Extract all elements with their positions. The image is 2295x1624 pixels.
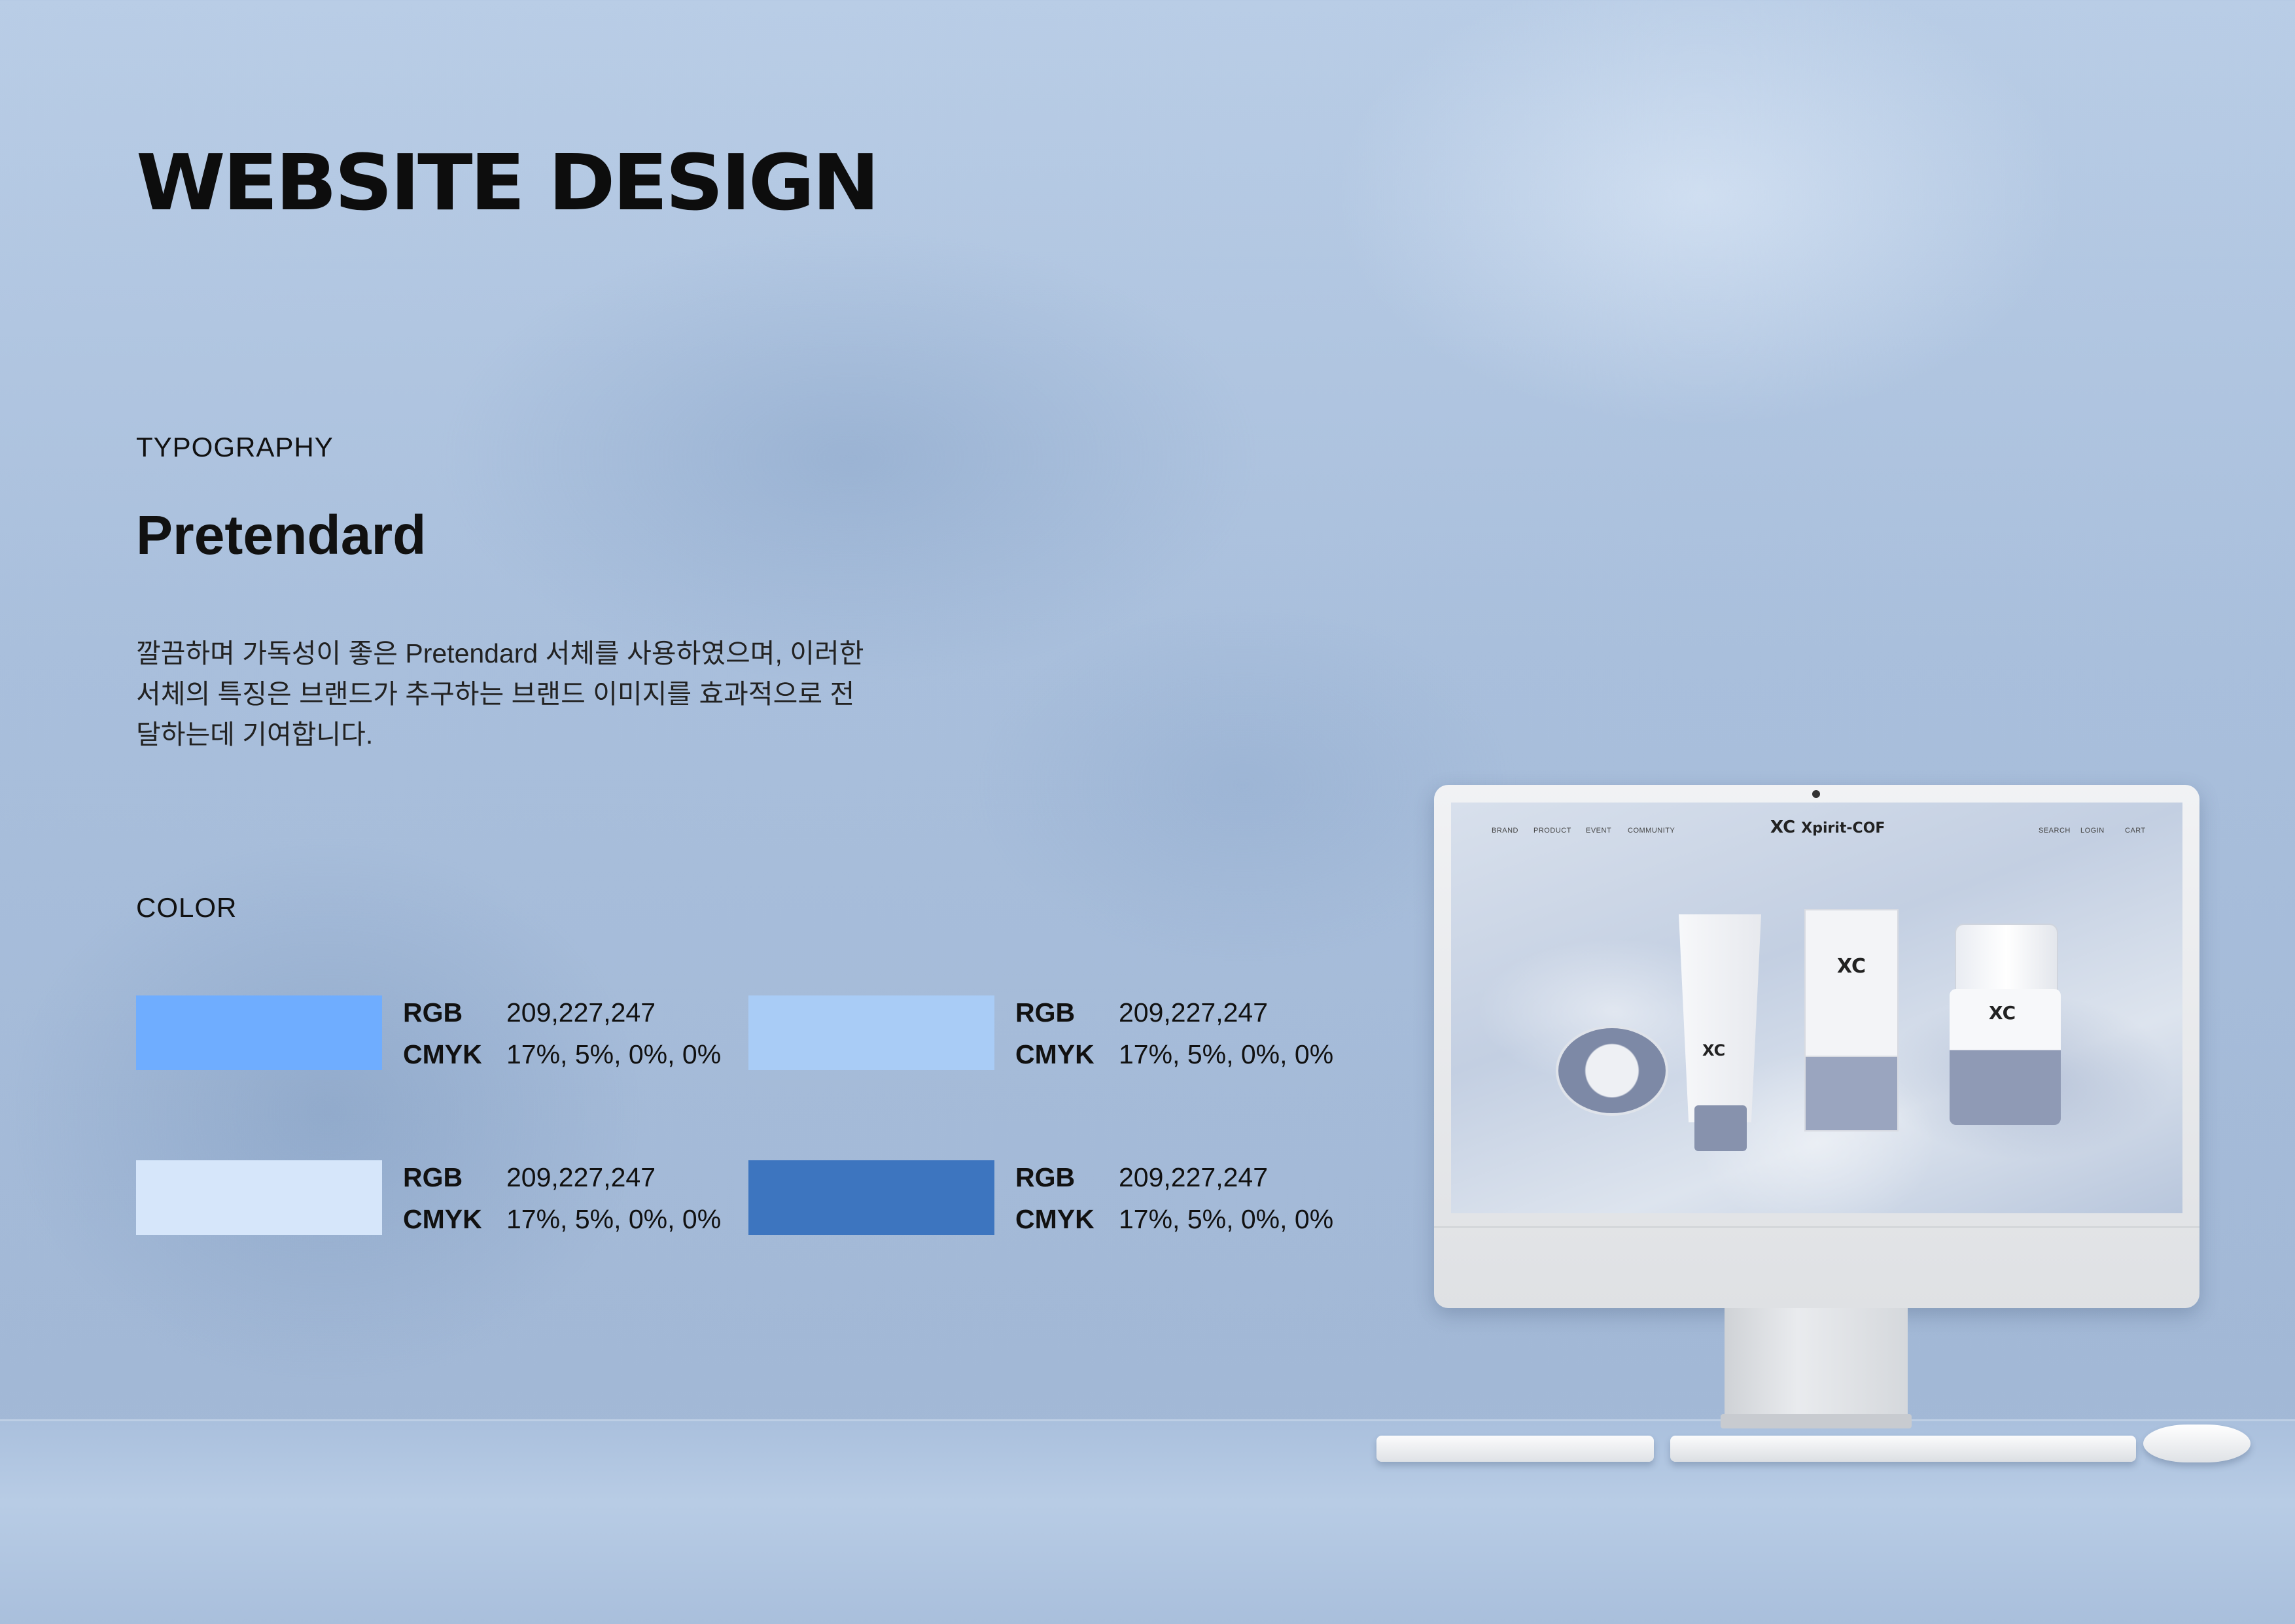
color-swatch bbox=[136, 995, 382, 1070]
brand-name: Xpirit-COF bbox=[1801, 820, 1885, 837]
brand-mark: XC bbox=[1770, 818, 1796, 837]
font-name: Pretendard bbox=[136, 504, 427, 566]
cmyk-value: 17%, 5%, 0%, 0% bbox=[1119, 1039, 1334, 1069]
monitor-stand bbox=[1725, 1308, 1908, 1419]
product-box-base bbox=[1804, 1056, 1899, 1132]
product-tube-cap bbox=[1694, 1105, 1747, 1151]
rgb-label: RGB bbox=[1015, 1162, 1076, 1192]
trackpad bbox=[1376, 1436, 1654, 1462]
color-swatch bbox=[748, 1160, 994, 1235]
nav-item-login[interactable]: LOGIN bbox=[2080, 827, 2105, 835]
nav-item-brand[interactable]: BRAND bbox=[1492, 827, 1518, 835]
monitor-stand-base bbox=[1721, 1414, 1912, 1428]
cmyk-value: 17%, 5%, 0%, 0% bbox=[506, 1204, 722, 1234]
keyboard bbox=[1670, 1436, 2136, 1462]
color-swatch bbox=[748, 995, 994, 1070]
cmyk-value: 17%, 5%, 0%, 0% bbox=[506, 1039, 722, 1069]
rgb-value: 209,227,247 bbox=[506, 997, 656, 1028]
mouse bbox=[2143, 1425, 2251, 1462]
cmyk-label: CMYK bbox=[1015, 1204, 1095, 1234]
product-logo: XC bbox=[1989, 1002, 2016, 1024]
rgb-label: RGB bbox=[403, 1162, 463, 1192]
nav-item-cart[interactable]: CART bbox=[2125, 827, 2146, 835]
nav-item-event[interactable]: EVENT bbox=[1586, 827, 1611, 835]
rgb-value: 209,227,247 bbox=[1119, 1162, 1269, 1192]
rgb-label: RGB bbox=[1015, 997, 1076, 1028]
page-title: WEBSITE DESIGN bbox=[136, 137, 880, 228]
color-label: COLOR bbox=[136, 892, 237, 923]
product-box bbox=[1804, 909, 1899, 1060]
rgb-label: RGB bbox=[403, 997, 463, 1028]
rgb-value: 209,227,247 bbox=[506, 1162, 656, 1192]
monitor-chin bbox=[1434, 1226, 2199, 1228]
brand-logo[interactable]: XC Xpirit-COF bbox=[1770, 818, 1885, 837]
color-swatch bbox=[136, 1160, 382, 1235]
cmyk-value: 17%, 5%, 0%, 0% bbox=[1119, 1204, 1334, 1234]
camera-icon bbox=[1812, 790, 1820, 798]
nav-item-search[interactable]: SEARCH bbox=[2039, 827, 2071, 835]
cmyk-label: CMYK bbox=[1015, 1039, 1095, 1069]
nav-item-product[interactable]: PRODUCT bbox=[1533, 827, 1571, 835]
product-jar bbox=[1556, 1026, 1668, 1116]
rgb-value: 209,227,247 bbox=[1119, 997, 1269, 1028]
product-bottle-cap bbox=[1955, 924, 2058, 997]
typography-label: TYPOGRAPHY bbox=[136, 432, 334, 462]
product-tube bbox=[1679, 914, 1761, 1122]
product-logo: XC bbox=[1702, 1041, 1726, 1060]
typography-description: 깔끔하며 가독성이 좋은 Pretendard 서체를 사용하였으며, 이러한 … bbox=[136, 638, 864, 750]
product-logo: XC bbox=[1837, 955, 1866, 978]
nav-item-community[interactable]: COMMUNITY bbox=[1628, 827, 1675, 835]
cmyk-label: CMYK bbox=[403, 1204, 482, 1234]
cmyk-label: CMYK bbox=[403, 1039, 482, 1069]
